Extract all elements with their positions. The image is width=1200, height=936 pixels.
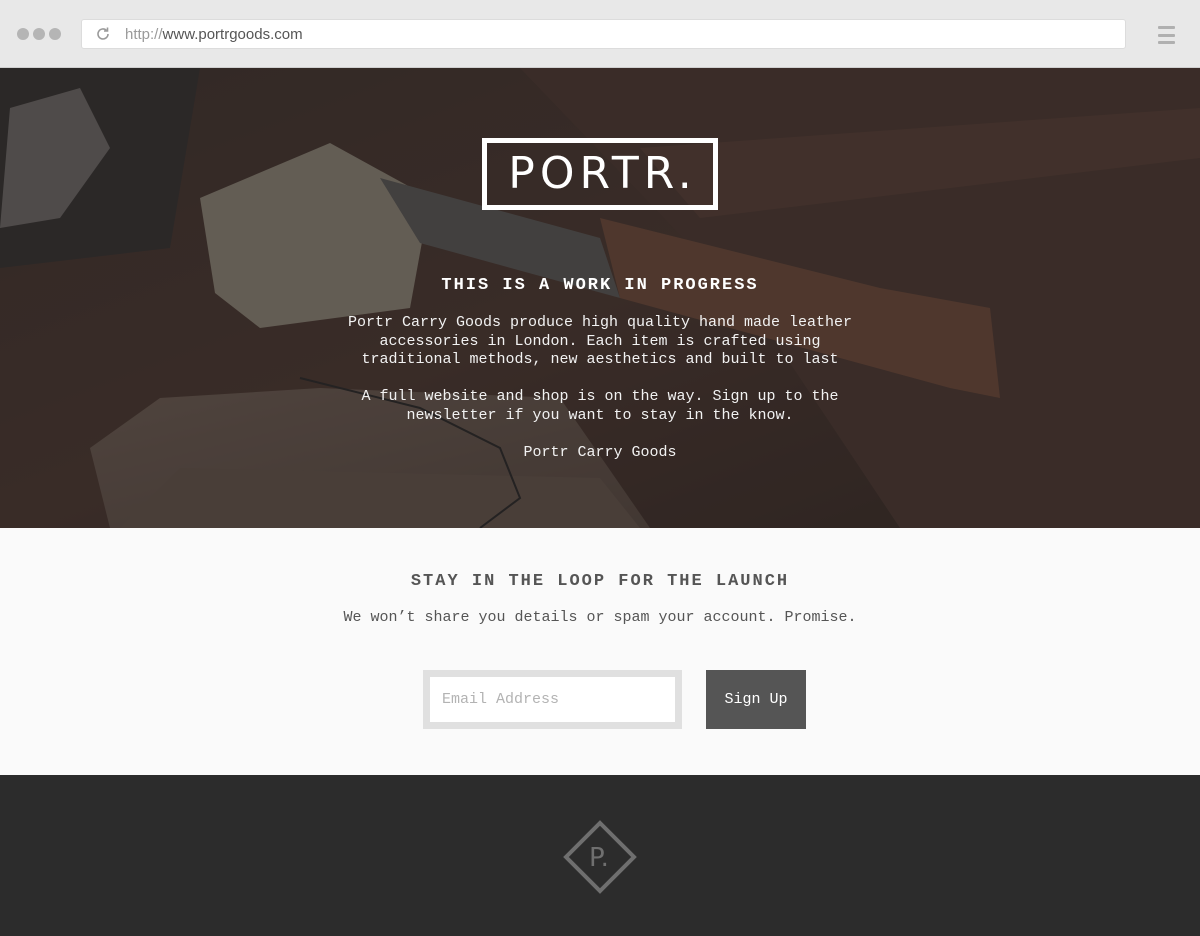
browser-chrome: http://www.portrgoods.com: [0, 0, 1200, 68]
url-host: www.portrgoods.com: [162, 26, 303, 43]
hero-content: PORTR. THIS IS A WORK IN PROGRESS Portr …: [0, 68, 1200, 528]
url-protocol: http://: [125, 26, 163, 43]
hero-signature: Portr Carry Goods: [523, 444, 677, 461]
footer-logo-mark: P.: [589, 843, 609, 873]
hamburger-menu-icon[interactable]: [1158, 26, 1175, 44]
window-dot-minimize[interactable]: [33, 28, 45, 40]
newsletter-section: STAY IN THE LOOP FOR THE LAUNCH We won’t…: [0, 528, 1200, 775]
portr-diamond-logo-icon[interactable]: P.: [563, 820, 637, 894]
hero-announcement: A full website and shop is on the way. S…: [361, 388, 839, 424]
logo-text: PORTR.: [508, 148, 697, 199]
email-field-wrapper: [423, 670, 682, 729]
hero-description: Portr Carry Goods produce high quality h…: [347, 314, 853, 368]
portr-logo[interactable]: PORTR.: [482, 138, 718, 210]
address-bar[interactable]: http://www.portrgoods.com: [81, 19, 1126, 49]
url-text[interactable]: http://www.portrgoods.com: [125, 26, 303, 43]
sign-up-button[interactable]: Sign Up: [706, 670, 806, 729]
reload-icon[interactable]: [95, 26, 111, 42]
footer: P.: [0, 775, 1200, 936]
hero-title: THIS IS A WORK IN PROGRESS: [441, 276, 759, 295]
newsletter-subtitle: We won’t share you details or spam your …: [343, 609, 857, 626]
window-controls[interactable]: [17, 28, 61, 40]
window-dot-close[interactable]: [17, 28, 29, 40]
window-dot-maximize[interactable]: [49, 28, 61, 40]
newsletter-title: STAY IN THE LOOP FOR THE LAUNCH: [410, 572, 790, 591]
email-input[interactable]: [430, 677, 675, 722]
hero-section: PORTR. THIS IS A WORK IN PROGRESS Portr …: [0, 68, 1200, 528]
